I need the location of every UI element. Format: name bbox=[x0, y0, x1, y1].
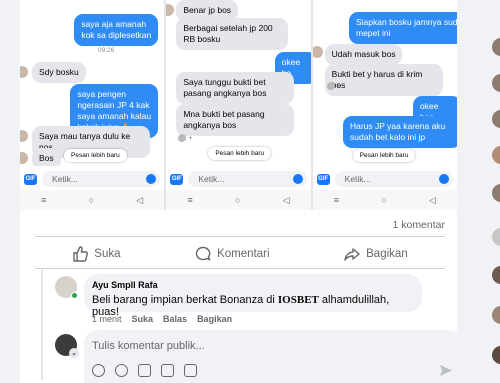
message-composer: GIF Ketik... bbox=[166, 168, 311, 190]
contact-avatar bbox=[20, 152, 28, 164]
message-input: Ketik... bbox=[334, 171, 453, 187]
comment-reply-link[interactable]: Balas bbox=[163, 314, 187, 324]
comment-bubble-icon bbox=[195, 246, 211, 261]
emoji-icon bbox=[438, 174, 449, 184]
menu-icon: ≡ bbox=[333, 195, 340, 205]
comment-count[interactable]: 1 komentar bbox=[392, 219, 445, 231]
message-composer: GIF Ketik... bbox=[312, 168, 457, 190]
comment-button[interactable]: Komentari bbox=[195, 246, 270, 262]
divider bbox=[35, 268, 445, 269]
share-arrow-icon bbox=[344, 248, 360, 261]
contact-avatar[interactable] bbox=[492, 110, 500, 128]
back-icon: ◁ bbox=[282, 194, 290, 205]
gif-icon: GIF bbox=[316, 173, 330, 185]
post-card: saya aja amanah kok sa diplesetkan 09:26… bbox=[20, 0, 457, 383]
avatar-sticker-icon[interactable] bbox=[92, 364, 105, 377]
contact-avatar[interactable] bbox=[492, 146, 500, 164]
comment-time[interactable]: 1 menit bbox=[92, 314, 122, 324]
message-bubble: Saya tunggu bukti bet pasang angkanya bo… bbox=[176, 72, 295, 104]
chat-screenshot-middle: Benar jp bos Berbagai setelah jp 200 RB … bbox=[166, 0, 311, 210]
newer-messages-pill: Pesan lebih baru bbox=[64, 149, 127, 162]
chat-thread: Siapkan bosku jamnya sud mepet ini Udah … bbox=[312, 0, 457, 166]
contact-avatar[interactable] bbox=[492, 346, 500, 364]
contact-avatar bbox=[20, 66, 28, 78]
comment-tools bbox=[92, 364, 197, 377]
facebook-post-view: saya aja amanah kok sa diplesetkan 09:26… bbox=[0, 0, 500, 383]
comment-input[interactable]: Tulis komentar publik... bbox=[84, 330, 457, 383]
message-input: Ketik... bbox=[188, 171, 307, 187]
chat-screenshot-right: Siapkan bosku jamnya sud mepet ini Udah … bbox=[312, 0, 457, 210]
share-button[interactable]: Bagikan bbox=[344, 246, 408, 262]
newer-messages-pill: Pesan lebih baru bbox=[208, 147, 272, 160]
contact-avatar bbox=[312, 46, 323, 58]
divider bbox=[35, 236, 445, 237]
emoji-icon[interactable] bbox=[115, 364, 128, 377]
message-bubble: Berbagai setelah jp 200 RB bosku bbox=[176, 18, 289, 50]
back-icon: ◁ bbox=[136, 194, 144, 205]
menu-icon: ≡ bbox=[41, 195, 47, 205]
message-input: Ketik... bbox=[42, 171, 161, 187]
gif-icon[interactable] bbox=[161, 364, 174, 377]
seen-indicator: + bbox=[326, 82, 340, 90]
emoji-icon bbox=[146, 174, 157, 184]
comment-meta: 1 menit Suka Balas Bagikan bbox=[92, 314, 232, 324]
android-nav-bar: ≡ ○ ◁ bbox=[20, 190, 165, 210]
comment-input-placeholder: Tulis komentar publik... bbox=[92, 340, 205, 352]
back-icon: ◁ bbox=[428, 194, 436, 205]
comment-label: Komentari bbox=[217, 248, 270, 260]
message-bubble: Udah masuk bos bbox=[324, 44, 403, 65]
message-bubble: saya aja amanah kok sa diplesetkan bbox=[74, 14, 159, 46]
sticker-icon[interactable] bbox=[184, 364, 197, 377]
message-bubble: Bos bbox=[32, 148, 61, 166]
message-bubble: Sdy bosku bbox=[32, 62, 86, 83]
home-icon: ○ bbox=[234, 195, 241, 205]
send-icon[interactable] bbox=[439, 364, 453, 377]
gif-icon: GIF bbox=[170, 173, 184, 185]
comment-share-link[interactable]: Bagikan bbox=[197, 314, 232, 324]
share-label: Bagikan bbox=[366, 248, 408, 260]
emoji-icon bbox=[292, 174, 303, 184]
home-icon: ○ bbox=[88, 195, 95, 205]
contact-avatar bbox=[166, 4, 175, 16]
like-label: Suka bbox=[94, 248, 121, 260]
chat-thread: Benar jp bos Berbagai setelah jp 200 RB … bbox=[166, 0, 311, 166]
comment-thread-line bbox=[41, 270, 43, 380]
chat-screenshots-image[interactable]: saya aja amanah kok sa diplesetkan 09:26… bbox=[20, 0, 457, 210]
contact-avatar[interactable] bbox=[492, 228, 500, 246]
message-bubble: Bukti bet y harus di krim bos bbox=[324, 64, 443, 96]
contact-avatar[interactable] bbox=[492, 38, 500, 56]
comment-brand-text: IOSBET bbox=[277, 294, 319, 306]
comment-like-link[interactable]: Suka bbox=[132, 314, 154, 324]
home-icon: ○ bbox=[381, 195, 387, 205]
comment-author[interactable]: Ayu Smpll Rafa bbox=[92, 280, 414, 290]
contact-avatar[interactable] bbox=[492, 184, 500, 202]
message-composer: GIF Ketik... bbox=[20, 168, 165, 190]
contact-avatar bbox=[20, 130, 28, 142]
contact-avatar[interactable] bbox=[492, 306, 500, 324]
online-status-dot bbox=[71, 292, 78, 299]
chat-thread: saya aja amanah kok sa diplesetkan 09:26… bbox=[20, 0, 164, 166]
chat-screenshot-left: saya aja amanah kok sa diplesetkan 09:26… bbox=[20, 0, 165, 210]
contacts-sidebar bbox=[464, 0, 500, 383]
android-nav-bar: ≡ ○ ◁ bbox=[166, 190, 311, 210]
newer-messages-pill: Pesan lebih baru bbox=[352, 149, 416, 162]
message-bubble: Harus JP yaa karena aku sudah bet kalo i… bbox=[342, 116, 457, 148]
message-timestamp: 09:26 bbox=[98, 47, 115, 54]
thumbs-up-icon bbox=[73, 246, 89, 262]
contact-avatar[interactable] bbox=[492, 74, 500, 92]
camera-icon[interactable] bbox=[138, 364, 151, 377]
seen-indicator: + bbox=[178, 134, 192, 142]
comment-bubble: Ayu Smpll Rafa Beli barang impian berkat… bbox=[84, 274, 422, 318]
android-nav-bar: ≡ ○ ◁ bbox=[312, 190, 457, 210]
message-bubble: Siapkan bosku jamnya sud mepet ini bbox=[348, 12, 457, 44]
contact-avatar[interactable] bbox=[492, 266, 500, 284]
like-button[interactable]: Suka bbox=[72, 246, 121, 262]
menu-icon: ≡ bbox=[187, 195, 193, 205]
gif-icon: GIF bbox=[24, 173, 37, 185]
post-action-bar: Suka Komentari Bagikan bbox=[35, 240, 445, 268]
message-bubble: Mna bukti bet pasang angkanya bos bbox=[176, 104, 295, 136]
chevron-down-icon[interactable]: ⌄ bbox=[69, 348, 79, 358]
